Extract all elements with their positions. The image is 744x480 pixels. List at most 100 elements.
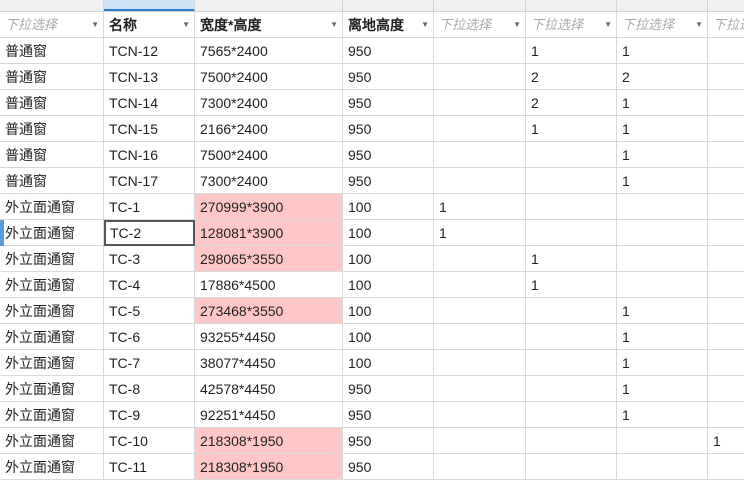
filter-header-cell[interactable]: 下拉选择 ▼ [434,12,526,38]
table-cell[interactable] [434,428,526,454]
table-cell[interactable]: 42578*4450 [195,376,343,402]
column-header-d[interactable] [343,0,434,11]
table-cell[interactable] [708,90,744,116]
table-cell[interactable]: 7565*2400 [195,38,343,64]
table-cell[interactable] [526,168,617,194]
table-cell[interactable] [434,64,526,90]
table-cell[interactable] [434,38,526,64]
table-cell[interactable]: TC-5 [104,298,195,324]
table-cell[interactable]: 38077*4450 [195,350,343,376]
table-cell[interactable]: 外立面通窗 [0,454,104,480]
table-cell[interactable] [617,272,708,298]
table-cell[interactable]: 100 [343,272,434,298]
table-cell[interactable]: TC-3 [104,246,195,272]
dropdown-arrow-icon[interactable]: ▼ [330,12,338,37]
table-cell[interactable]: 外立面通窗 [0,298,104,324]
table-cell[interactable]: 普通窗 [0,116,104,142]
column-header-c[interactable] [195,0,343,11]
table-cell[interactable]: 7500*2400 [195,142,343,168]
filter-header-cell[interactable]: 下拉选择 ▼ [617,12,708,38]
table-cell[interactable]: 1 [617,168,708,194]
table-cell[interactable]: 2 [526,64,617,90]
table-cell[interactable]: 普通窗 [0,64,104,90]
table-cell[interactable]: 1 [617,298,708,324]
table-cell[interactable]: TCN-14 [104,90,195,116]
table-cell[interactable]: 7500*2400 [195,64,343,90]
table-cell[interactable]: 950 [343,402,434,428]
table-cell[interactable]: 普通窗 [0,142,104,168]
table-cell[interactable]: 1 [617,38,708,64]
table-cell[interactable]: 950 [343,116,434,142]
table-cell[interactable]: 外立面通窗 [0,272,104,298]
table-cell[interactable]: 128081*3900 [195,220,343,246]
table-cell[interactable]: 218308*1950 [195,454,343,480]
table-cell[interactable]: 1 [617,402,708,428]
table-cell[interactable] [708,220,744,246]
table-cell[interactable]: 7300*2400 [195,90,343,116]
table-cell[interactable] [434,376,526,402]
table-cell[interactable]: 1 [526,246,617,272]
table-cell[interactable] [708,298,744,324]
table-cell[interactable]: 1 [434,194,526,220]
filter-header-cell[interactable]: 下拉选 [708,12,744,38]
table-cell[interactable]: 2166*2400 [195,116,343,142]
table-cell[interactable] [434,90,526,116]
table-cell[interactable]: TC-1 [104,194,195,220]
table-cell[interactable] [708,194,744,220]
table-cell[interactable]: 92251*4450 [195,402,343,428]
table-cell[interactable]: TC-11 [104,454,195,480]
table-cell[interactable] [526,298,617,324]
table-cell[interactable] [708,402,744,428]
table-cell[interactable] [617,454,708,480]
table-cell[interactable] [708,168,744,194]
table-cell[interactable]: 93255*4450 [195,324,343,350]
dropdown-arrow-icon[interactable]: ▼ [91,12,99,37]
table-cell[interactable]: 1 [617,142,708,168]
table-cell[interactable] [526,376,617,402]
table-cell[interactable]: TCN-13 [104,64,195,90]
dropdown-arrow-icon[interactable]: ▼ [421,12,429,37]
table-cell[interactable]: 950 [343,64,434,90]
table-cell[interactable]: 外立面通窗 [0,220,104,246]
table-cell[interactable] [617,220,708,246]
table-cell[interactable]: 950 [343,376,434,402]
table-cell[interactable]: TC-4 [104,272,195,298]
table-cell[interactable]: 100 [343,246,434,272]
table-cell[interactable]: 1 [526,116,617,142]
table-cell[interactable]: TCN-12 [104,38,195,64]
table-cell[interactable] [708,324,744,350]
column-header-e[interactable] [434,0,526,11]
table-cell[interactable]: TC-7 [104,350,195,376]
dropdown-arrow-icon[interactable]: ▼ [695,12,703,37]
table-cell[interactable]: 2 [526,90,617,116]
table-cell[interactable]: TC-6 [104,324,195,350]
table-cell[interactable]: 外立面通窗 [0,350,104,376]
filter-header-cell[interactable]: 离地高度 ▼ [343,12,434,38]
filter-header-cell[interactable]: 下拉选择 ▼ [0,12,104,38]
table-cell[interactable]: 950 [343,454,434,480]
table-cell[interactable]: 17886*4500 [195,272,343,298]
filter-header-cell[interactable]: 名称 ▼ [104,12,195,38]
table-cell[interactable]: 1 [434,220,526,246]
column-header-g[interactable] [617,0,708,11]
table-cell[interactable]: 273468*3550 [195,298,343,324]
table-cell[interactable] [526,402,617,428]
table-cell[interactable]: TC-9 [104,402,195,428]
table-cell[interactable]: TCN-17 [104,168,195,194]
table-cell[interactable] [708,350,744,376]
table-cell[interactable] [434,402,526,428]
table-cell[interactable]: 1 [526,38,617,64]
table-cell[interactable] [526,142,617,168]
dropdown-arrow-icon[interactable]: ▼ [182,12,190,37]
table-cell[interactable]: 外立面通窗 [0,324,104,350]
table-cell[interactable] [708,376,744,402]
table-cell[interactable]: TCN-16 [104,142,195,168]
table-cell[interactable] [708,64,744,90]
table-cell[interactable]: 1 [708,428,744,454]
dropdown-arrow-icon[interactable]: ▼ [513,12,521,37]
table-cell[interactable] [617,428,708,454]
table-cell[interactable] [434,324,526,350]
table-cell[interactable] [434,142,526,168]
table-cell[interactable]: 外立面通窗 [0,194,104,220]
table-cell[interactable]: 100 [343,194,434,220]
